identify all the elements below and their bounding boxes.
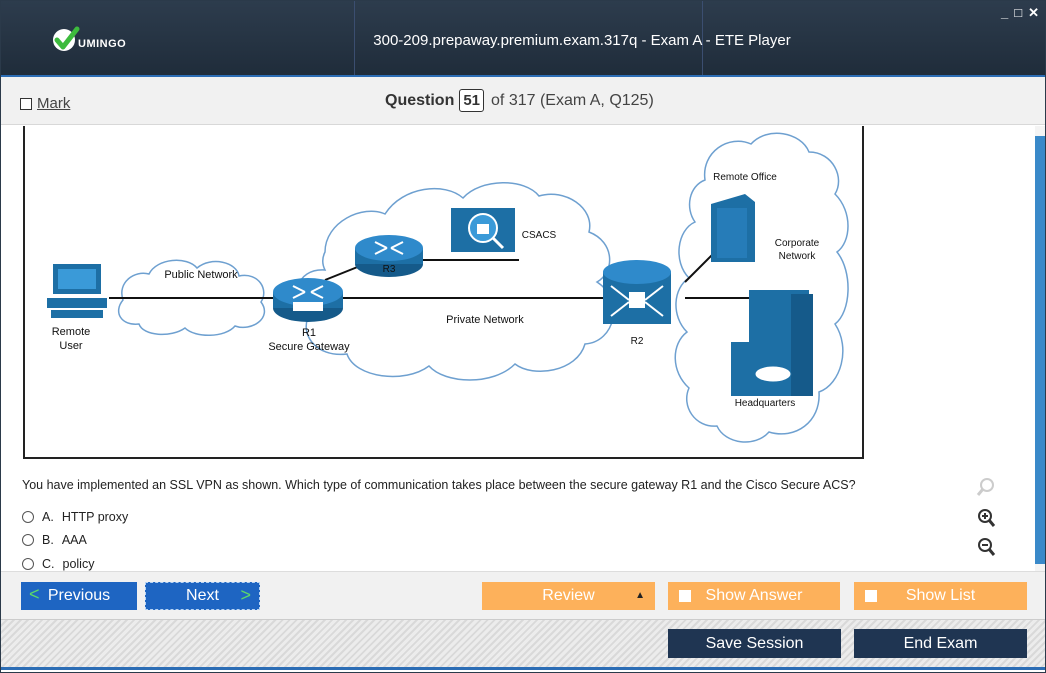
mark-checkbox-box[interactable] [20,97,32,110]
next-button[interactable]: Next > [145,582,260,610]
remote-user-computer-icon [47,264,107,318]
question-bar: Mark Question 51 of 317 (Exam A, Q125) [1,77,1045,125]
show-answer-checkbox[interactable] [679,590,691,602]
end-exam-button[interactable]: End Exam [854,629,1027,658]
maximize-icon[interactable]: □ [1014,5,1022,21]
network-diagram-exhibit: Remote User Public Network R1 Secure Gat… [23,126,864,459]
vertical-scrollbar[interactable] [1035,126,1045,571]
option-a[interactable]: A. HTTP proxy [22,510,128,524]
previous-button[interactable]: < Previous [21,582,137,610]
option-a-text: HTTP proxy [61,510,129,524]
zoom-out-icon[interactable] [973,534,999,560]
question-label: Question [385,91,455,109]
triangle-up-icon[interactable]: ▲ [635,590,645,601]
private-network-label: Private Network [446,314,524,326]
show-list-checkbox[interactable] [865,590,877,602]
remote-user-label-1: Remote [52,326,91,338]
question-of-text: of 317 (Exam A, Q125) [491,91,654,109]
show-answer-button[interactable]: Show Answer [668,582,840,610]
option-a-radio[interactable] [22,511,34,523]
show-list-button[interactable]: Show List [854,582,1027,610]
option-c-text: policy [62,557,95,571]
option-b-text: AAA [61,533,87,547]
public-network-label: Public Network [164,269,238,281]
zoom-in-icon[interactable] [973,505,999,531]
remote-office-building-icon [711,194,755,262]
navigation-toolbar: < Previous Next > Review ▲ Show Answer S… [1,571,1045,619]
r2-switch-icon [603,260,671,324]
show-list-label: Show List [905,587,976,604]
question-number-area: Question 51 of 317 (Exam A, Q125) [385,89,654,112]
show-answer-label: Show Answer [705,587,803,604]
chevron-left-icon: < [29,584,40,604]
zoom-reset-icon[interactable] [973,474,999,500]
review-label: Review [542,587,595,604]
option-c[interactable]: C. policy [22,557,94,571]
r2-label: R2 [631,336,644,347]
next-label: Next [186,587,219,604]
chevron-right-icon: > [240,585,251,605]
review-button[interactable]: Review ▲ [482,582,655,610]
previous-label: Previous [47,587,111,604]
scrollbar-thumb[interactable] [1035,136,1045,564]
r1-label: R1 [302,327,316,339]
window-controls: _ □ ✕ [1001,5,1039,21]
r3-label: R3 [383,264,396,275]
ete-player-window: UMINGO 300-209.prepaway.premium.exam.317… [0,0,1046,673]
window-title-text: 300-209.prepaway.premium.exam.317q - Exa… [373,32,791,49]
csacs-server-icon [451,208,515,252]
option-b[interactable]: B. AAA [22,533,87,547]
r1-router-icon [273,278,343,322]
network-diagram: Remote User Public Network R1 Secure Gat… [47,132,849,443]
option-c-letter: C. [42,557,55,571]
footer-bar: Save Session End Exam [1,619,1045,667]
question-text: You have implemented an SSL VPN as shown… [22,478,856,492]
csacs-label: CSACS [522,230,557,241]
mark-label[interactable]: Mark [37,95,70,112]
bottom-accent-line [1,667,1045,672]
window-title: 300-209.prepaway.premium.exam.317q - Exa… [1,32,1045,49]
option-a-letter: A. [42,510,54,524]
remote-user-label-2: User [59,340,83,352]
option-c-radio[interactable] [22,558,34,570]
question-number-input[interactable]: 51 [459,89,485,112]
corporate-network-label-1: Corporate [775,238,820,249]
minimize-icon[interactable]: _ [1001,5,1008,21]
question-content: Remote User Public Network R1 Secure Gat… [1,126,1035,571]
remote-office-label: Remote Office [713,172,777,183]
headquarters-label: Headquarters [735,398,796,409]
secure-gateway-label: Secure Gateway [268,341,350,353]
close-icon[interactable]: ✕ [1028,5,1039,21]
corporate-network-label-2: Network [779,251,817,262]
save-session-button[interactable]: Save Session [668,629,841,658]
option-b-radio[interactable] [22,534,34,546]
option-b-letter: B. [42,533,54,547]
mark-checkbox[interactable]: Mark [20,95,70,112]
title-bar: UMINGO 300-209.prepaway.premium.exam.317… [1,1,1045,77]
